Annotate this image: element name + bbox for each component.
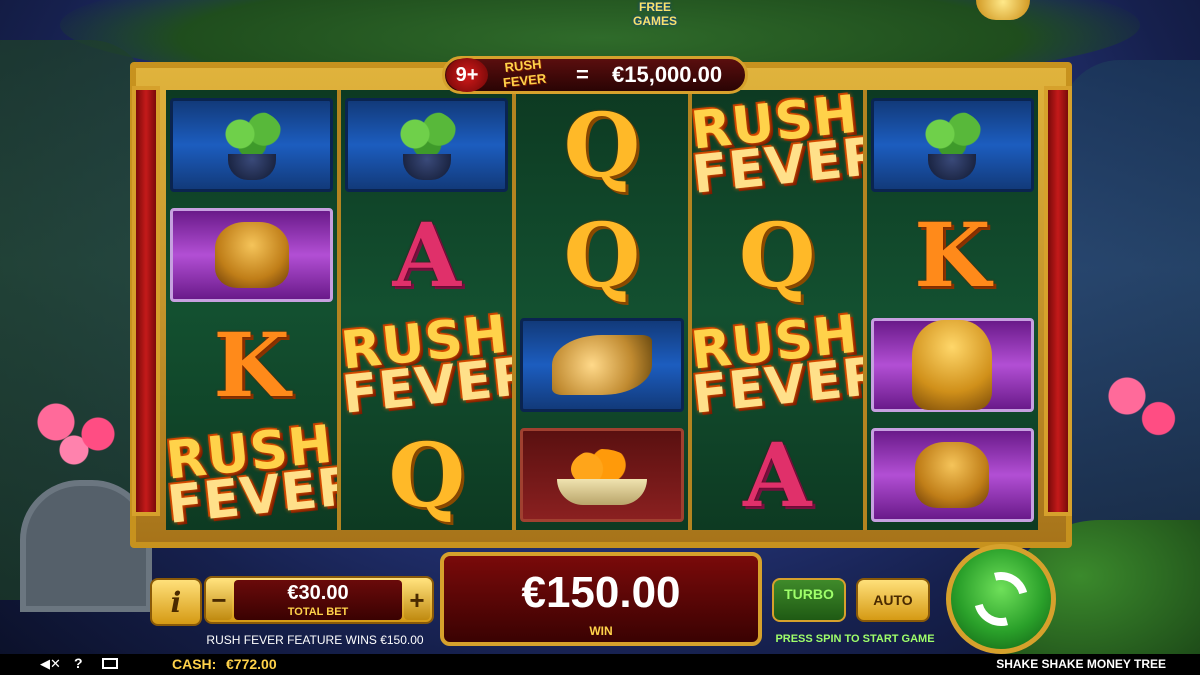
reel-cell: RUSH FEVER <box>341 310 512 420</box>
symbol-q: Q <box>388 423 466 527</box>
left-pillar <box>132 86 160 516</box>
reel-5: K <box>866 90 1039 530</box>
reel-cell: RUSH FEVER <box>166 420 337 530</box>
feature-win-message: RUSH FEVER FEATURE WINS €150.00 <box>206 633 424 647</box>
right-pagoda-forest <box>1060 60 1200 580</box>
total-bet-display: €30.00 TOTAL BET <box>234 580 402 620</box>
lucky-bamboo-icon <box>396 110 457 180</box>
right-pillar <box>1044 86 1072 516</box>
spin-button[interactable] <box>946 544 1056 654</box>
prize-count-badge: 9+ <box>446 58 488 92</box>
help-button[interactable]: ? <box>74 655 83 671</box>
game-title: SHAKE SHAKE MONEY TREE <box>996 657 1166 671</box>
cash-value: €772.00 <box>226 656 277 672</box>
money-frog-icon <box>915 442 990 508</box>
lucky-bamboo-icon <box>922 110 983 180</box>
symbol-k: K <box>914 203 991 307</box>
money-frog-tile <box>170 208 334 302</box>
reel-cell: Q <box>516 90 687 200</box>
spin-prompt: PRESS SPIN TO START GAME <box>775 633 935 645</box>
win-label: WIN <box>589 624 613 638</box>
rush-fever-symbol: RUSH FEVER <box>692 310 863 420</box>
prize-equals: = <box>576 62 589 87</box>
bamboo-tile <box>870 98 1035 192</box>
reel-cell: A <box>341 200 512 310</box>
total-bet-label: TOTAL BET <box>287 606 349 618</box>
bet-increase-button[interactable]: + <box>404 580 430 620</box>
reel-cell <box>867 420 1038 530</box>
reel-cell: Q <box>341 420 512 530</box>
foo-dog-icon <box>912 320 993 410</box>
right-blossoms <box>1100 360 1190 450</box>
golden-bird-icon <box>552 335 652 395</box>
reel-cell: RUSH FEVER <box>692 310 863 420</box>
reel-4: RUSH FEVER Q RUSH FEVER A <box>691 90 863 530</box>
prize-amount: €15,000.00 <box>612 62 723 87</box>
speaker-muted-icon[interactable]: ◀✕ <box>40 656 61 672</box>
fever-word: FEVER <box>166 456 338 530</box>
oranges-bowl-icon <box>557 445 647 505</box>
reel-cell <box>867 310 1038 420</box>
spin-arrows-icon <box>964 562 1038 636</box>
symbol-q: Q <box>738 203 816 307</box>
reel-cell: RUSH FEVER <box>692 90 863 200</box>
reel-cell <box>516 310 687 420</box>
reel-3: QQ <box>516 90 688 530</box>
money-frog-tile <box>870 428 1035 522</box>
symbol-a: A <box>743 423 812 527</box>
bet-decrease-button[interactable]: − <box>206 580 232 620</box>
rush-fever-symbol: RUSH FEVER <box>341 310 512 420</box>
reel-grid: K RUSH FEVER A RUSH FEVER Q Q Q RUSH FEVER Q RUSH FEV… <box>166 90 1039 530</box>
foo-dog-tile <box>870 318 1035 412</box>
win-amount: €150.00 <box>521 568 681 617</box>
reel-cell <box>516 420 687 530</box>
autoplay-button[interactable]: AUTO <box>856 578 930 622</box>
symbol-q: Q <box>563 93 641 197</box>
total-bet-value: €30.00 <box>287 582 349 604</box>
oranges-tile <box>520 428 684 522</box>
reel-2: A RUSH FEVER Q <box>341 90 513 530</box>
reel-cell: A <box>692 420 863 530</box>
bamboo-tile <box>170 98 334 192</box>
info-button[interactable]: i <box>150 578 202 626</box>
reel-cell <box>867 90 1038 200</box>
left-blossoms <box>20 390 140 470</box>
prize-fever-word: FEVER <box>502 70 547 91</box>
reel-cell: K <box>166 310 337 420</box>
symbol-q: Q <box>563 203 641 307</box>
reel-1: K RUSH FEVER <box>166 90 338 530</box>
turbo-button[interactable]: TURBO <box>772 578 846 622</box>
reel-cell <box>166 200 337 310</box>
reel-cell: Q <box>692 200 863 310</box>
golden-bird-tile <box>520 318 684 412</box>
rush-fever-symbol: RUSH FEVER <box>166 420 337 530</box>
fever-word: FEVER <box>341 346 513 420</box>
lucky-bamboo-icon <box>221 110 282 180</box>
fever-word: FEVER <box>691 346 863 420</box>
money-frog-icon <box>214 222 289 288</box>
free-games-badge: FREE GAMES <box>632 0 677 28</box>
reel-cell <box>341 90 512 200</box>
bamboo-tile <box>345 98 509 192</box>
reel-cell: Q <box>516 200 687 310</box>
reel-cell: K <box>867 200 1038 310</box>
fullscreen-icon[interactable] <box>102 658 118 669</box>
rush-fever-symbol: RUSH FEVER <box>692 90 863 200</box>
cash-label: CASH: <box>172 656 217 672</box>
prize-rush-fever-logo: RUSH FEVER <box>490 55 557 96</box>
symbol-k: K <box>213 313 290 417</box>
symbol-a: A <box>392 203 461 307</box>
reel-cell <box>166 90 337 200</box>
fever-word: FEVER <box>691 126 863 200</box>
